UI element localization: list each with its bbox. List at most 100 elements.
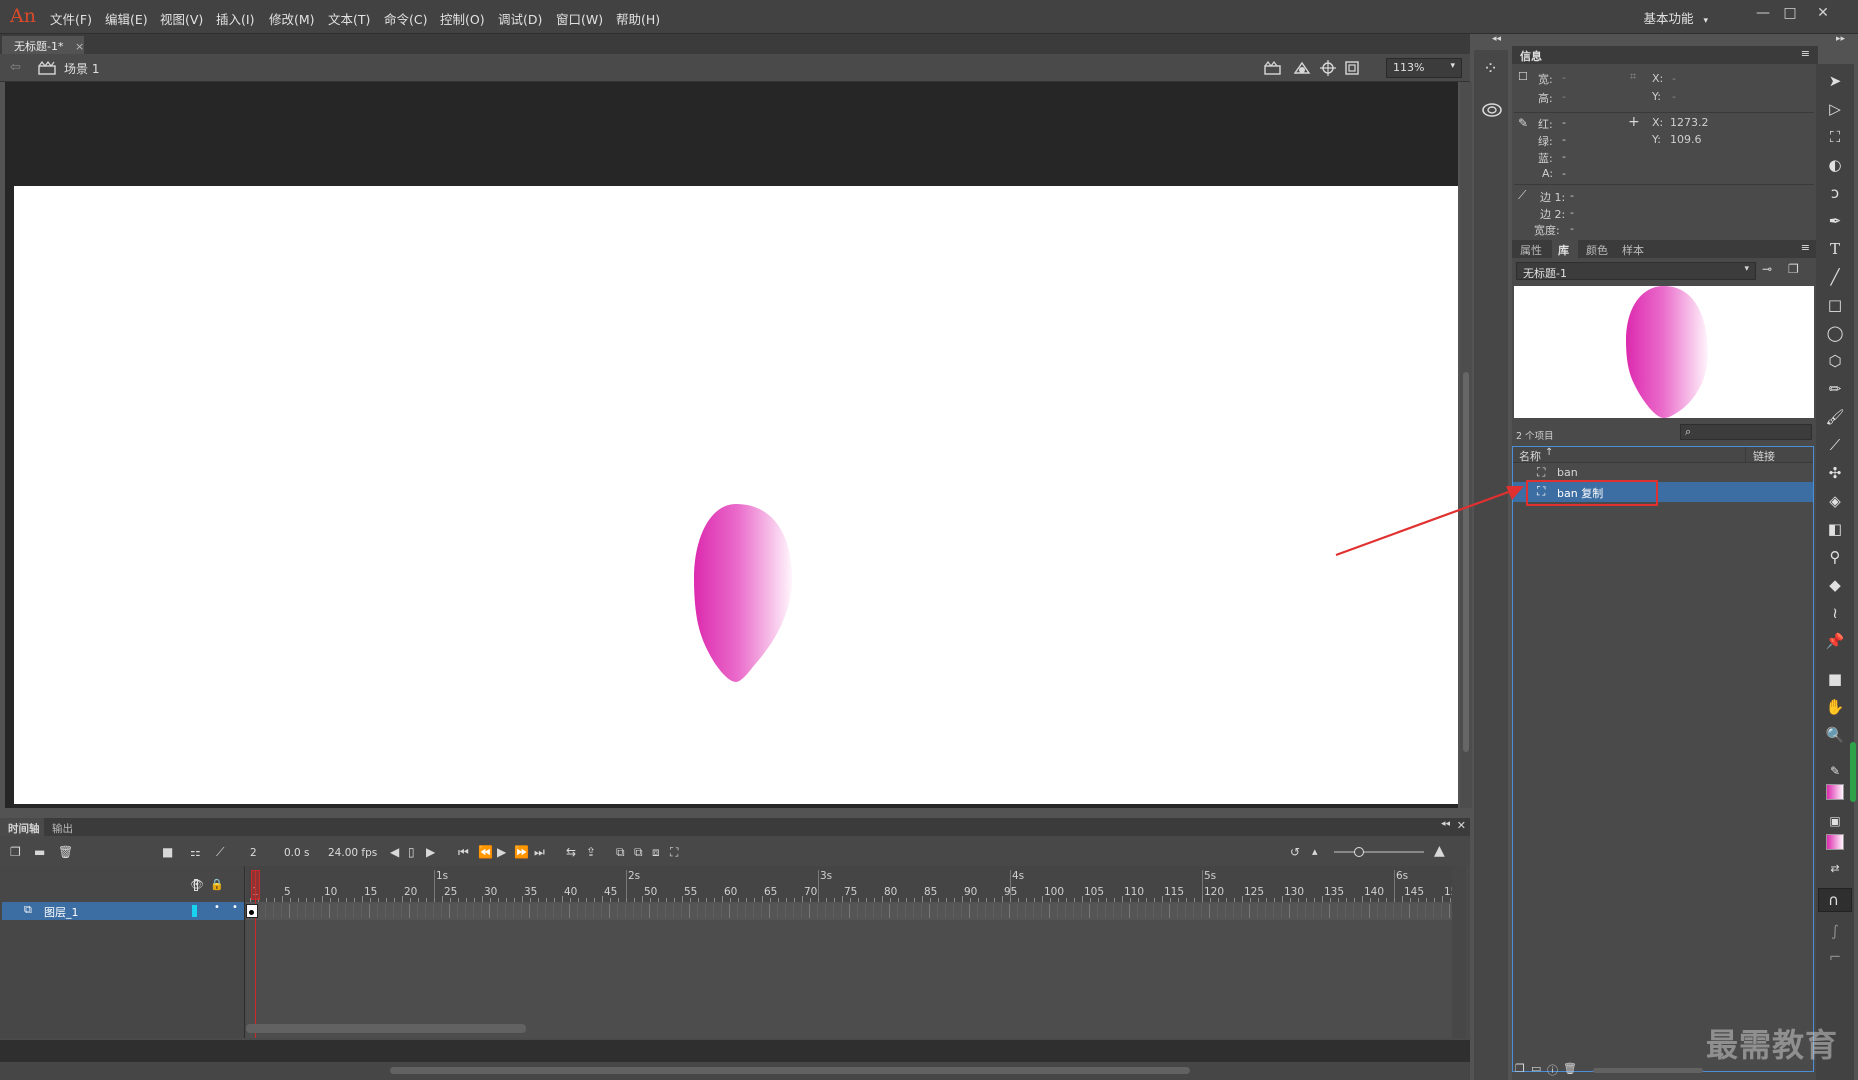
brush-tool-icon[interactable]: ⟋ (1824, 434, 1846, 456)
workspace-switcher[interactable]: 基本功能 ▾ (1643, 8, 1708, 27)
collapse-timeline-icon[interactable]: ◂◂ (1441, 819, 1450, 829)
properties-icon[interactable]: ⓘ (1547, 1062, 1558, 1078)
library-item-list[interactable] (1512, 446, 1814, 1072)
tab-swatches[interactable]: 样本 (1622, 242, 1644, 258)
motion-presets-icon[interactable]: ⁘ (1483, 58, 1498, 79)
creative-cloud-libraries-icon[interactable] (1481, 100, 1503, 120)
elapsed-time[interactable]: 0.0 s (284, 847, 310, 859)
fill-color-swatch[interactable] (1826, 834, 1844, 850)
step-forward-icon[interactable]: ▶ (426, 845, 435, 859)
menu-edit[interactable]: 编辑(E) (105, 9, 148, 28)
menu-file[interactable]: 文件(F) (50, 9, 92, 28)
onion-skin-icon[interactable]: ⧉ (616, 845, 625, 860)
width-tool-icon[interactable]: ≀ (1824, 602, 1846, 624)
stroke-color-icon[interactable]: ✎ (1824, 760, 1846, 782)
current-frame[interactable]: 2 (250, 847, 257, 859)
tab-library[interactable]: 库 (1552, 240, 1578, 258)
zoom-select[interactable]: 113% ▾ (1386, 58, 1462, 78)
stage-vertical-scrollbar[interactable] (1460, 82, 1472, 808)
petal-shape[interactable] (14, 186, 1458, 804)
camera-icon[interactable]: ■ (162, 845, 173, 859)
frames-row[interactable] (246, 902, 1466, 920)
maximize-button[interactable]: □ (1777, 4, 1803, 24)
slider-knob[interactable] (1354, 847, 1364, 857)
menu-insert[interactable]: 插入(I) (216, 9, 254, 28)
snap-to-center-icon[interactable] (1320, 60, 1336, 76)
stage-canvas[interactable] (14, 186, 1458, 804)
loop-icon[interactable]: ⇆ (566, 845, 576, 859)
tab-timeline[interactable]: 时间轴 (0, 818, 44, 836)
frames-area[interactable] (246, 920, 1466, 1038)
tab-output[interactable]: 输出 (52, 821, 73, 836)
pin-library-icon[interactable]: ⊸ (1762, 262, 1772, 276)
bone-tool-icon[interactable]: ✣ (1824, 462, 1846, 484)
outline-toggle[interactable] (194, 879, 198, 891)
visibility-dot-icon[interactable]: • (214, 902, 220, 913)
column-linkage-label[interactable]: 链接 (1753, 448, 1775, 464)
lock-dot-icon[interactable]: • (232, 902, 238, 913)
straighten-icon[interactable]: ⌐ (1824, 946, 1846, 968)
play-icon[interactable]: ▶ (497, 845, 506, 859)
menu-window[interactable]: 窗口(W) (556, 9, 603, 28)
swap-colors-icon[interactable]: ⇄ (1824, 858, 1846, 880)
panel-menu-icon[interactable]: ≡ (1801, 47, 1810, 60)
menu-commands[interactable]: 命令(C) (384, 9, 427, 28)
layer-parenting-icon[interactable]: ⚏ (190, 845, 201, 859)
modify-markers-icon[interactable]: ⛶ (670, 845, 678, 860)
fill-color-icon[interactable]: ▣ (1824, 810, 1846, 832)
close-button[interactable]: ✕ (1810, 4, 1836, 24)
eraser-tool-icon[interactable]: ◆ (1824, 574, 1846, 596)
back-arrow-icon[interactable]: ⇦ (10, 60, 21, 75)
graph-icon[interactable]: ⟋ (216, 845, 224, 860)
new-library-panel-icon[interactable]: ❐ (1788, 262, 1799, 276)
menu-modify[interactable]: 修改(M) (269, 9, 315, 28)
delete-icon[interactable]: 🗑 (1563, 1062, 1577, 1075)
menu-text[interactable]: 文本(T) (328, 9, 370, 28)
timeline-zoom-slider[interactable] (1334, 847, 1424, 857)
menu-view[interactable]: 视图(V) (160, 9, 203, 28)
3d-rotation-tool-icon[interactable]: ◐ (1824, 154, 1846, 176)
zoom-tool-icon[interactable]: 🔍 (1824, 724, 1846, 746)
timeline-vscrollbar[interactable] (1452, 866, 1466, 1038)
lock-all-icon[interactable]: 🔒 (210, 878, 224, 891)
expand-panels-icon[interactable]: ▸▸ (1836, 34, 1845, 44)
snap-to-objects-button[interactable]: ∩ (1818, 888, 1852, 912)
column-name-label[interactable]: 名称 (1519, 448, 1541, 464)
oval-tool-icon[interactable]: ◯ (1824, 322, 1846, 344)
library-document-select[interactable]: 无标题-1 ▾ (1516, 262, 1756, 280)
layer-name[interactable]: 图层_1 (44, 904, 79, 920)
selection-tool-icon[interactable]: ➤ (1824, 70, 1846, 92)
stroke-color-swatch[interactable] (1826, 784, 1844, 800)
lasso-tool-icon[interactable]: ↄ (1824, 182, 1846, 204)
go-to-last-frame-icon[interactable]: ⏭ (534, 845, 545, 860)
tab-color[interactable]: 颜色 (1586, 242, 1608, 258)
document-tab[interactable]: 无标题-1* × (2, 36, 84, 54)
paint-bucket-tool-icon[interactable]: ◈ (1824, 490, 1846, 512)
hand-tool-icon[interactable]: ✋ (1824, 696, 1846, 718)
new-folder-icon[interactable]: ▭ (1531, 1062, 1541, 1075)
clip-content-icon[interactable] (1344, 60, 1360, 76)
layer-row[interactable]: ⧉ 图层_1 • • (2, 902, 244, 920)
paint-brush-tool-icon[interactable]: 🖌 (1824, 406, 1846, 428)
previous-frame-icon[interactable]: ⏪ (478, 845, 493, 859)
pen-tool-icon[interactable]: ✒ (1824, 210, 1846, 232)
menu-debug[interactable]: 调试(D) (498, 9, 542, 28)
collapse-panels-icon[interactable]: ◂◂ (1492, 34, 1501, 44)
polystar-tool-icon[interactable]: ⬡ (1824, 350, 1846, 372)
new-symbol-icon[interactable]: ❐ (1515, 1062, 1525, 1075)
menu-help[interactable]: 帮助(H) (616, 9, 660, 28)
stage-hscrollbar[interactable] (0, 1062, 1470, 1080)
go-to-first-frame-icon[interactable]: ⏮ (458, 845, 469, 860)
new-layer-icon[interactable]: ❐ (10, 845, 21, 859)
free-transform-tool-icon[interactable]: ⛶ (1824, 126, 1846, 148)
pin-tool-icon[interactable]: 📌 (1824, 630, 1846, 652)
library-search-input[interactable]: ⌕ (1680, 424, 1812, 440)
tools-scrollbar[interactable] (1850, 742, 1856, 802)
timeline-hscrollbar[interactable] (246, 1024, 526, 1033)
camera-tool-icon[interactable]: ■ (1824, 668, 1846, 690)
zoom-in-timeline-icon[interactable]: ▲ (1434, 843, 1445, 859)
new-folder-icon[interactable]: ▬ (34, 845, 45, 859)
close-tab-icon[interactable]: × (75, 40, 84, 53)
frame-rate[interactable]: 24.00 fps (328, 847, 377, 859)
line-tool-icon[interactable]: ╱ (1824, 266, 1846, 288)
